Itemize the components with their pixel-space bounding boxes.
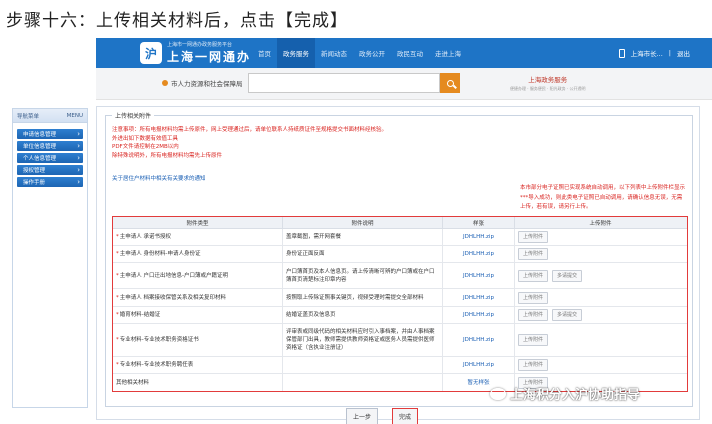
- sidebar: 导航菜单 MENU 申请信息管理 › 单位信息管理 › 个人信息管理 › 授权管理 › …: [12, 108, 88, 408]
- main-panel: 上传相关附件 注意事项：所有电报材料均需上传原件，网上受理通过后，请单位联系人持…: [96, 106, 700, 424]
- nav-item-home[interactable]: 首页: [252, 38, 277, 68]
- table-row: * 主申请人 档案接收保管关系及相关复印材料 按照取上传除证照事关键页，视频受理时…: [113, 289, 687, 307]
- notes-block: 注意事项：所有电报材料均需上传原件，网上受理通过后，请单位联系人持纸质证件至规格…: [112, 126, 387, 160]
- finish-button[interactable]: 完成: [392, 408, 419, 424]
- sample-file-link[interactable]: JDHLHH.zip: [443, 307, 515, 323]
- attachment-type: 主申请人 户口迁出地信息-户口薄或户籍证明: [119, 272, 228, 279]
- attachment-type: 婚育材料-结婚证: [119, 312, 161, 318]
- sidebar-item-manual[interactable]: 操作手册 ›: [17, 177, 83, 187]
- sidebar-item-personal[interactable]: 个人信息管理 ›: [17, 153, 83, 163]
- table-row: * 专业材料-专业技术职务聘任表 JDHLHH.zip 上传附件: [113, 357, 687, 374]
- logo-subtitle: 上海市一网通办政务服务平台: [167, 42, 233, 48]
- sample-file-link[interactable]: JDHLHH.zip: [443, 246, 515, 262]
- watermark: 上海积分入沪协助指导: [490, 384, 640, 403]
- nav-item-about[interactable]: 走进上海: [429, 38, 467, 68]
- location-pin-icon: [162, 80, 168, 86]
- column-header: 样张: [443, 217, 515, 228]
- nav-item-services[interactable]: 政务服务: [277, 38, 315, 68]
- user-name[interactable]: 上海市长...: [631, 48, 663, 58]
- submit-more-button[interactable]: 多请提交: [552, 269, 583, 282]
- note-line: 注意事项：所有电报材料均需上传原件，网上受理通过后，请单位联系人持纸质证件至规格…: [112, 127, 388, 133]
- location-label: 市人力资源和社会保障局: [162, 78, 243, 88]
- table-header: 附件类型 附件说明 样张 上传附件: [113, 217, 687, 229]
- attachment-type: 其他相关材料: [116, 379, 150, 386]
- site-logo[interactable]: 沪 上海市一网通办政务服务平台 上海一网通办: [140, 41, 251, 65]
- mobile-icon[interactable]: [618, 48, 625, 58]
- main-nav: 首页 政务服务 新闻动态 政务公开 政民互动 走进上海: [252, 38, 467, 68]
- attachment-type: 专业材料-专业技术职务资格证书: [119, 337, 199, 343]
- wechat-icon: [490, 387, 506, 400]
- chevron-right-icon: ›: [77, 166, 80, 174]
- note-line: PDF文件请控制在2MB以内: [112, 144, 179, 150]
- column-header: 附件类型: [113, 217, 283, 228]
- sample-file-link[interactable]: JDHLHH.zip: [443, 357, 515, 373]
- upload-button[interactable]: 上传附件: [518, 291, 549, 304]
- note-line: 除特殊说明外，所有电报材料均需先上传原件: [112, 152, 223, 159]
- attachment-type: 主申请人 身份材料-申请人身份证: [119, 251, 201, 257]
- sample-file-link[interactable]: JDHLHH.zip: [443, 263, 515, 288]
- upload-button[interactable]: 上传附件: [518, 248, 549, 260]
- sidebar-menu: 申请信息管理 › 单位信息管理 › 个人信息管理 › 授权管理 › 操作手册 ›: [13, 123, 87, 195]
- search-icon: [446, 79, 454, 87]
- chevron-right-icon: ›: [77, 142, 80, 150]
- upload-button[interactable]: 上传附件: [518, 269, 549, 282]
- attachment-desc: 身份证正面反面: [283, 246, 443, 262]
- attachment-type: 主申请人 承诺书授权: [119, 234, 171, 240]
- search-button[interactable]: [440, 73, 460, 93]
- upload-button[interactable]: 上传附件: [518, 334, 549, 346]
- sidebar-header: 导航菜单 MENU: [13, 109, 87, 123]
- upload-button[interactable]: 上传附件: [518, 231, 549, 243]
- attachment-desc: [283, 374, 443, 391]
- upload-button[interactable]: 上传附件: [518, 359, 549, 371]
- auto-certificate-note: 本市部分电子证照已实现系统自动调用，以下列表中上传附件栏显示***导入成功，则此…: [520, 185, 686, 210]
- brand-slogan: 上海政务服务 便捷办理 · 服务便民 · 阳光政务 · 公开透明: [510, 76, 586, 91]
- form-actions: 上一步 完成: [346, 408, 419, 424]
- attachment-desc: [283, 357, 443, 373]
- notice-link[interactable]: 关于居住户材料中相关有关要求的通知: [112, 174, 206, 182]
- note-line: 外进出如下数据有效值工具: [112, 135, 179, 142]
- attachment-type: 专业材料-专业技术职务聘任表: [119, 362, 194, 368]
- table-row: * 主申请人 身份材料-申请人身份证 身份证正面反面 JDHLHH.zip 上传附…: [113, 246, 687, 263]
- table-row: * 主申请人 户口迁出地信息-户口薄或户籍证明 户口簿首页及本人信息页。请上传清晰…: [113, 263, 687, 289]
- sample-file-link[interactable]: JDHLHH.zip: [443, 289, 515, 306]
- search-bar: 市人力资源和社会保障局 上海政务服务 便捷办理 · 服务便民 · 阳光政务 · …: [96, 68, 712, 100]
- attachment-desc: 按照取上传除证照事关键页，视频受理时需提交全部材料: [283, 289, 443, 306]
- sidebar-item-application[interactable]: 申请信息管理 ›: [17, 129, 83, 139]
- nav-item-interaction[interactable]: 政民互动: [391, 38, 429, 68]
- sidebar-item-company[interactable]: 单位信息管理 ›: [17, 141, 83, 151]
- attachment-desc: 盖章截图，需开网套餐: [283, 229, 443, 245]
- fieldset-legend: 上传相关附件: [112, 111, 155, 120]
- sample-file-link[interactable]: JDHLHH.zip: [443, 229, 515, 245]
- chevron-right-icon: ›: [77, 178, 80, 186]
- step-title: 步骤十六：上传相关材料后，点击【完成】: [6, 11, 348, 31]
- page-root: 步骤十六：上传相关材料后，点击【完成】 沪 上海市一网通办政务服务平台 上海一网…: [0, 0, 712, 424]
- attachment-desc: 户口簿首页及本人信息页。请上传清晰可辨的户口簿或在户口簿首页清楚标注印章内容: [283, 263, 443, 288]
- site-header: 沪 上海市一网通办政务服务平台 上海一网通办 首页 政务服务 新闻动态 政务公开…: [96, 38, 712, 68]
- table-row: * 专业材料-专业技术职务资格证书 评审表或同级代码的相关材料应时引入事档案，并由…: [113, 324, 687, 357]
- sample-file-link[interactable]: JDHLHH.zip: [443, 324, 515, 356]
- search-input[interactable]: [248, 73, 440, 93]
- chevron-right-icon: ›: [77, 130, 80, 138]
- nav-item-news[interactable]: 新闻动态: [315, 38, 353, 68]
- logo-icon: 沪: [140, 42, 162, 64]
- attachment-type: 主申请人 档案接收保管关系及相关复印材料: [119, 294, 226, 301]
- chevron-right-icon: ›: [77, 154, 80, 162]
- upload-fieldset: 上传相关附件 注意事项：所有电报材料均需上传原件，网上受理通过后，请单位联系人持…: [105, 111, 693, 424]
- attachment-desc: 评审表或同级代码的相关材料应时引入事档案，并由人事档案保管部门出具，教师需提供教…: [283, 324, 443, 356]
- table-row: * 主申请人 承诺书授权 盖章截图，需开网套餐 JDHLHH.zip 上传附件: [113, 229, 687, 246]
- column-header: 上传附件: [589, 220, 612, 227]
- submit-more-button[interactable]: 多请提交: [552, 309, 583, 321]
- logo-title: 上海一网通办: [167, 50, 252, 64]
- column-header: 附件说明: [283, 217, 443, 228]
- sidebar-item-authorization[interactable]: 授权管理 ›: [17, 165, 83, 175]
- nav-item-public[interactable]: 政务公开: [353, 38, 391, 68]
- prev-step-button[interactable]: 上一步: [346, 408, 379, 424]
- attachment-desc: 结婚证盖页及信息页: [283, 307, 443, 323]
- upload-button[interactable]: 上传附件: [518, 309, 549, 321]
- header-divider: |: [668, 49, 671, 57]
- table-row: * 婚育材料-结婚证 结婚证盖页及信息页 JDHLHH.zip 上传附件 多请提交: [113, 307, 687, 324]
- header-user-area: 上海市长... | 退出: [618, 38, 690, 68]
- logout-link[interactable]: 退出: [677, 48, 690, 58]
- attachments-table: 附件类型 附件说明 样张 上传附件 * 主申请人 承诺书授权 盖章截图，需开网套餐…: [112, 216, 688, 392]
